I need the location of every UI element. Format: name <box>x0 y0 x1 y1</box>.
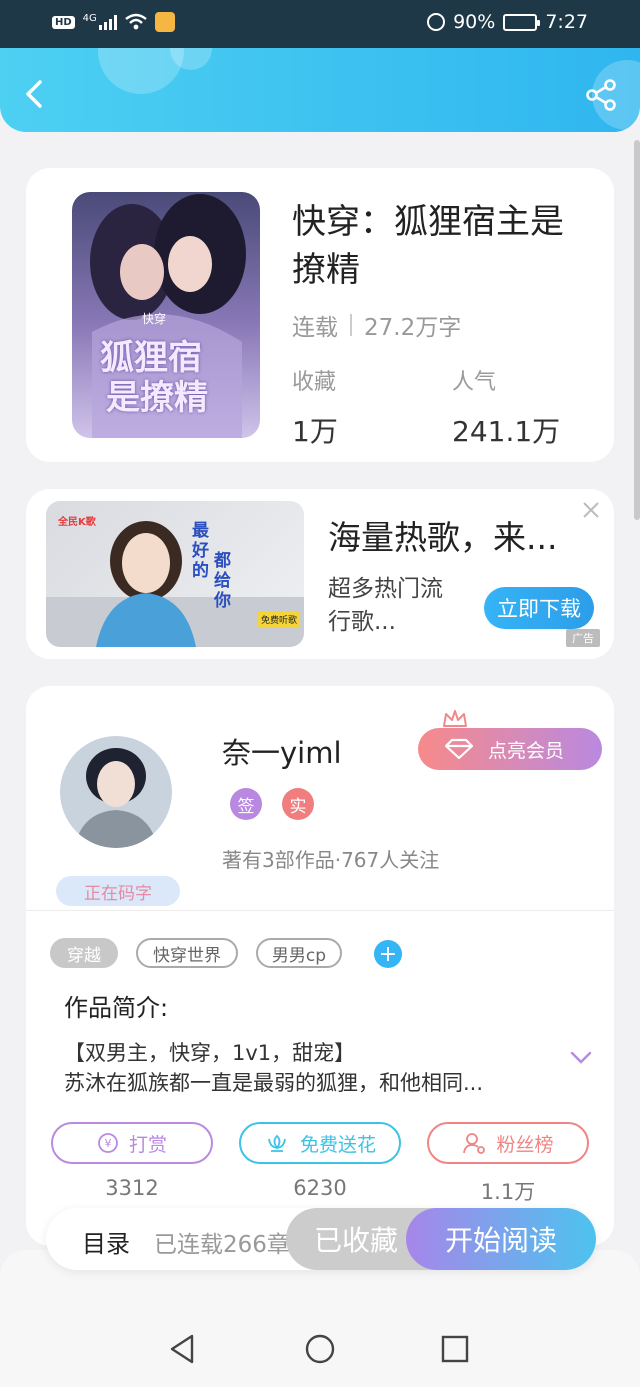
popularity-label: 人气 <box>452 370 497 395</box>
tag-chip[interactable]: 男男cp <box>256 938 342 968</box>
app-notification-icon <box>154 12 175 32</box>
clock: 7:27 <box>545 11 588 33</box>
cover-series: 快穿 <box>142 312 167 326</box>
system-nav-bar <box>0 1312 640 1387</box>
share-icon[interactable] <box>584 78 618 112</box>
status-bar: HD 4G 90% 7:27 <box>0 0 640 48</box>
favorites-stat: 收藏 1万 <box>292 364 338 450</box>
vip-button[interactable]: 点亮会员 <box>418 728 602 770</box>
favorites-label: 收藏 <box>292 370 337 395</box>
header-bar <box>0 48 640 132</box>
status-divider <box>350 314 352 336</box>
close-icon[interactable] <box>580 499 602 521</box>
send-flower-button[interactable]: 免费送花 <box>239 1122 401 1164</box>
hd-icon: HD <box>52 15 75 29</box>
fans-ranking-label: 粉丝榜 <box>496 1133 554 1156</box>
intro-heading: 作品简介: <box>64 994 169 1022</box>
ad-image-text1: 最好的 <box>192 521 209 581</box>
battery-percent: 90% <box>453 11 496 33</box>
section-divider <box>26 910 614 911</box>
author-avatar[interactable] <box>60 736 172 848</box>
user-icon <box>463 1133 486 1154</box>
intro-text[interactable]: 【双男主，快穿，1v1，甜宠】 苏沐在狐族都一直是最弱的狐狸，和他相同... <box>64 1038 554 1098</box>
ad-image-tag: 免费听歌 <box>257 612 300 627</box>
plus-icon: + <box>378 941 398 967</box>
tag-chip[interactable]: 穿越 <box>50 938 118 968</box>
nav-back-icon[interactable] <box>166 1332 200 1366</box>
ad-title: 海量热歌，来... <box>328 518 558 557</box>
nav-recents-icon[interactable] <box>438 1332 472 1366</box>
popularity-value: 241.1万 <box>452 415 561 448</box>
author-card: 正在码字 奈一yiml 点亮会员 签 实 著有3部作品·767人关注 穿越 快穿… <box>26 686 614 1246</box>
serial-status: 连载 <box>292 315 338 341</box>
wifi-icon <box>125 13 147 30</box>
chevron-down-icon[interactable] <box>570 1050 592 1066</box>
ad-label: 广告 <box>566 629 600 647</box>
vip-button-label: 点亮会员 <box>488 739 565 762</box>
start-reading-button[interactable]: 开始阅读 <box>406 1208 596 1270</box>
cover-title-line2: 是撩精 <box>106 378 208 418</box>
ad-description: 超多热门流行歌... <box>328 576 443 635</box>
reward-count: 3312 <box>105 1176 159 1200</box>
bottom-action-bar: 目录 已连载266章 已收藏 开始阅读 <box>46 1208 596 1270</box>
author-name[interactable]: 奈一yiml <box>222 730 342 772</box>
chapter-count[interactable]: 已连载266章 <box>154 1225 290 1259</box>
ad-image-text2: 都给你 <box>214 551 231 611</box>
battery-icon <box>503 13 541 31</box>
tag-chip[interactable]: 快穿世界 <box>136 938 238 968</box>
diamond-icon <box>444 738 474 760</box>
ad-download-button[interactable]: 立即下载 <box>484 587 594 629</box>
book-info-card: 快穿 狐狸宿 是撩精 快穿：狐狸宿主是撩精 连载 27.2万字 收藏 1万 人气… <box>26 168 614 462</box>
signal-icon <box>98 14 117 30</box>
reward-label: 打赏 <box>128 1133 167 1156</box>
fans-count: 1.1万 <box>480 1180 536 1204</box>
favorites-value: 1万 <box>292 415 338 448</box>
send-flower-label: 免费送花 <box>299 1133 376 1156</box>
book-cover[interactable]: 快穿 狐狸宿 是撩精 <box>72 192 260 438</box>
reward-button[interactable]: ¥ 打赏 <box>51 1122 213 1164</box>
word-count: 27.2万字 <box>364 315 462 341</box>
svg-text:¥: ¥ <box>104 1137 111 1150</box>
flower-icon <box>268 1134 286 1152</box>
network-type: 4G <box>82 12 97 24</box>
coin-icon: ¥ <box>98 1133 118 1153</box>
signed-badge: 签 <box>230 788 262 820</box>
verified-badge: 实 <box>282 788 314 820</box>
status-right: 90% 7:27 <box>427 11 588 33</box>
popularity-stat: 人气 241.1万 <box>452 364 560 450</box>
scrollbar[interactable] <box>634 140 640 520</box>
book-title: 快穿：狐狸宿主是撩精 <box>292 202 564 290</box>
ad-image[interactable]: 全民K歌 最好的 都给你 免费听歌 <box>46 501 304 647</box>
status-left: HD 4G <box>52 12 175 32</box>
writing-status-badge: 正在码字 <box>56 876 180 906</box>
flower-count: 6230 <box>293 1176 347 1200</box>
fans-ranking-button[interactable]: 粉丝榜 <box>427 1122 589 1164</box>
alarm-icon <box>427 13 446 31</box>
intro-line1: 【双男主，快穿，1v1，甜宠】 <box>64 1041 356 1065</box>
nav-home-icon[interactable] <box>303 1332 337 1366</box>
crown-icon <box>443 710 467 727</box>
intro-line2: 苏沐在狐族都一直是最弱的狐狸，和他相同... <box>64 1071 484 1095</box>
toc-button[interactable]: 目录 <box>82 1224 130 1259</box>
author-meta: 著有3部作品·767人关注 <box>222 848 440 872</box>
back-icon[interactable] <box>16 76 52 112</box>
book-status-row: 连载 27.2万字 <box>292 308 461 342</box>
collected-label: 已收藏 <box>313 1224 398 1257</box>
ad-card[interactable]: 全民K歌 最好的 都给你 免费听歌 海量热歌，来... 超多热门流行歌... 立… <box>26 489 614 659</box>
add-tag-button[interactable]: + <box>374 940 402 968</box>
